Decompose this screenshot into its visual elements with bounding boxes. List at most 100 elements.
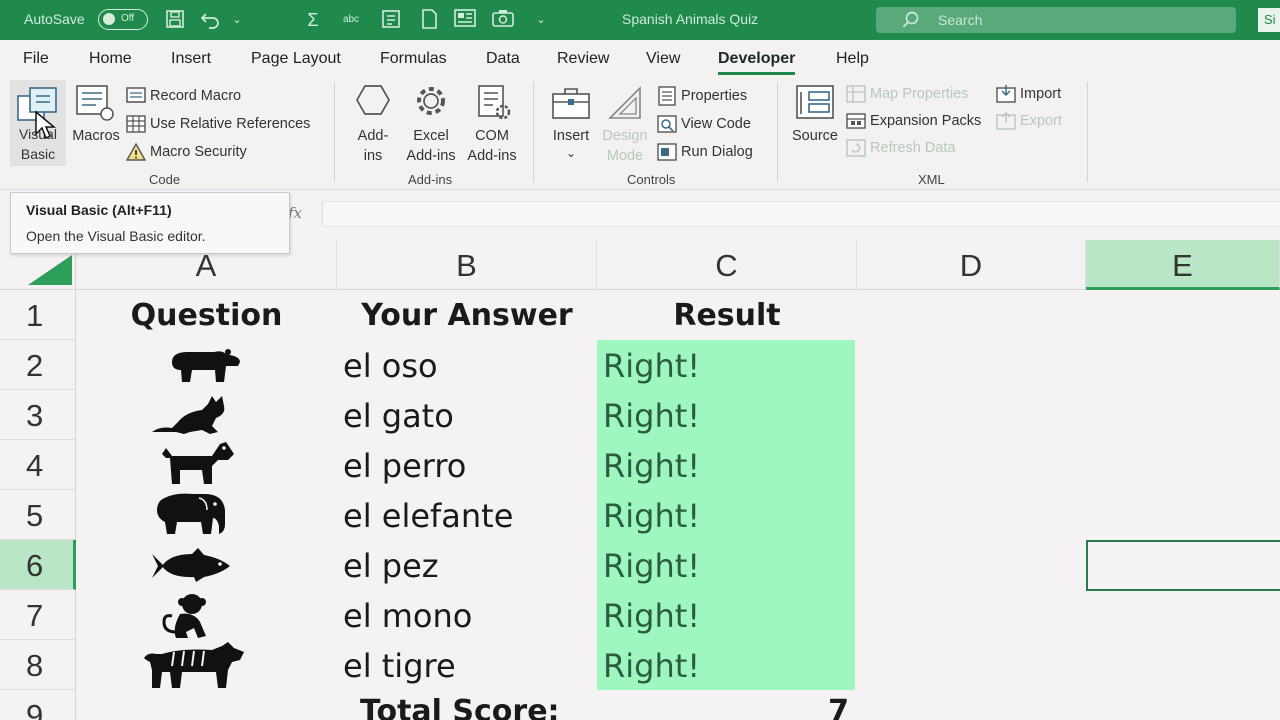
tab-review[interactable]: Review bbox=[557, 50, 609, 68]
new-document-icon[interactable] bbox=[418, 9, 440, 31]
com-add-ins-icon bbox=[478, 85, 511, 120]
row-header-8[interactable]: 8 bbox=[0, 640, 76, 690]
customize-toolbar-icon[interactable]: ⌄ bbox=[530, 9, 552, 31]
view-code-icon bbox=[657, 115, 677, 133]
export-label: Export bbox=[1020, 113, 1062, 129]
tiger-icon bbox=[144, 642, 244, 688]
table-icon[interactable] bbox=[454, 9, 476, 31]
refresh-data-button[interactable]: Refresh Data bbox=[846, 138, 955, 158]
result-cell-c6[interactable]: Right! bbox=[597, 540, 855, 590]
excel-add-ins-label-2: Add-ins bbox=[406, 148, 456, 164]
camera-icon[interactable] bbox=[492, 9, 514, 31]
answer-cell-b5[interactable]: el elefante bbox=[337, 490, 597, 540]
result-cell-c8[interactable]: Right! bbox=[597, 640, 855, 690]
column-header-e[interactable]: E bbox=[1086, 240, 1280, 290]
selected-cell-e6[interactable] bbox=[1086, 540, 1280, 591]
tab-help[interactable]: Help bbox=[836, 50, 869, 68]
import-icon bbox=[996, 85, 1016, 103]
result-cell-c5[interactable]: Right! bbox=[597, 490, 855, 540]
view-code-button[interactable]: View Code bbox=[657, 114, 751, 134]
import-button[interactable]: Import bbox=[996, 84, 1061, 104]
source-label: Source bbox=[792, 128, 838, 144]
column-header-c[interactable]: C bbox=[597, 240, 857, 290]
com-add-ins-label-2: Add-ins bbox=[467, 148, 517, 164]
row-header-6[interactable]: 6 bbox=[0, 540, 76, 590]
developer-ribbon: Visual Basic Macros Record Macro Use Rel… bbox=[0, 76, 1280, 190]
cell-b1-answer-header[interactable]: Your Answer bbox=[337, 290, 597, 340]
com-add-ins-button[interactable]: COM Add-ins bbox=[462, 82, 522, 170]
macros-icon bbox=[76, 85, 114, 121]
tab-view[interactable]: View bbox=[646, 50, 680, 68]
answer-cell-b6[interactable]: el pez bbox=[337, 540, 597, 590]
cell-a1-question-header[interactable]: Question bbox=[76, 290, 337, 340]
total-score-value[interactable]: 7 bbox=[597, 686, 849, 720]
tab-developer[interactable]: Developer bbox=[718, 50, 796, 75]
answer-cell-b2[interactable]: el oso bbox=[337, 340, 597, 390]
autosave-toggle[interactable]: Off bbox=[98, 9, 148, 30]
row-header-1[interactable]: 1 bbox=[0, 290, 76, 340]
tab-data[interactable]: Data bbox=[486, 50, 520, 68]
run-dialog-button[interactable]: Run Dialog bbox=[657, 142, 753, 162]
use-relative-references-label: Use Relative References bbox=[150, 116, 311, 132]
insert-control-button[interactable]: Insert ⌄ bbox=[546, 82, 596, 170]
result-cell-c3[interactable]: Right! bbox=[597, 390, 855, 440]
search-box[interactable]: Search bbox=[876, 7, 1236, 33]
answer-cell-b4[interactable]: el perro bbox=[337, 440, 597, 490]
answer-cell-b8[interactable]: el tigre bbox=[337, 640, 597, 690]
excel-add-ins-button[interactable]: Excel Add-ins bbox=[402, 82, 460, 170]
macros-button[interactable]: Macros bbox=[70, 82, 122, 170]
add-ins-button[interactable]: Add- ins bbox=[348, 82, 398, 170]
spelling-icon[interactable]: abc bbox=[340, 9, 362, 31]
use-relative-references-button[interactable]: Use Relative References bbox=[126, 114, 310, 134]
row-header-5[interactable]: 5 bbox=[0, 490, 76, 540]
formula-input[interactable] bbox=[322, 201, 1280, 227]
row-header-7[interactable]: 7 bbox=[0, 590, 76, 640]
undo-icon[interactable] bbox=[200, 9, 222, 31]
insert-dropdown-icon: ⌄ bbox=[565, 146, 577, 160]
design-mode-button[interactable]: Design Mode bbox=[598, 82, 652, 170]
cell-c1-result-header[interactable]: Result bbox=[597, 290, 857, 340]
source-button[interactable]: Source bbox=[790, 82, 840, 170]
result-cell-c7[interactable]: Right! bbox=[597, 590, 855, 640]
code-group-label: Code bbox=[149, 172, 181, 187]
tab-file[interactable]: File bbox=[23, 50, 49, 68]
macro-security-label: Macro Security bbox=[150, 144, 247, 160]
xml-source-icon bbox=[796, 85, 834, 119]
row-header-4[interactable]: 4 bbox=[0, 440, 76, 490]
column-header-d[interactable]: D bbox=[857, 240, 1086, 290]
macros-label: Macros bbox=[72, 128, 120, 144]
title-bar: AutoSave Off ⌄ Σ abc ⌄ Spanish Animals Q… bbox=[0, 0, 1280, 40]
autosum-icon[interactable]: Σ bbox=[302, 9, 324, 31]
form-icon[interactable] bbox=[380, 9, 402, 31]
undo-dropdown-icon[interactable]: ⌄ bbox=[226, 9, 248, 31]
total-score-label[interactable]: Total Score: bbox=[360, 686, 597, 720]
record-macro-button[interactable]: Record Macro bbox=[126, 86, 241, 106]
design-mode-label-1: Design bbox=[602, 128, 648, 144]
map-properties-button[interactable]: Map Properties bbox=[846, 84, 968, 104]
result-cell-c4[interactable]: Right! bbox=[597, 440, 855, 490]
export-button[interactable]: Export bbox=[996, 111, 1062, 131]
row-header-3[interactable]: 3 bbox=[0, 390, 76, 440]
controls-group-label: Controls bbox=[627, 172, 676, 187]
user-account-button[interactable]: Si bbox=[1258, 8, 1280, 32]
tab-home[interactable]: Home bbox=[89, 50, 132, 68]
tab-formulas[interactable]: Formulas bbox=[380, 50, 447, 68]
tab-page-layout[interactable]: Page Layout bbox=[251, 50, 341, 68]
expansion-packs-button[interactable]: Expansion Packs bbox=[846, 111, 981, 131]
properties-button[interactable]: Properties bbox=[657, 86, 747, 106]
answer-cell-b3[interactable]: el gato bbox=[337, 390, 597, 440]
fish-icon bbox=[152, 548, 230, 582]
fx-icon[interactable]: fx bbox=[288, 204, 302, 222]
column-header-b[interactable]: B bbox=[337, 240, 597, 290]
answer-cell-b7[interactable]: el mono bbox=[337, 590, 597, 640]
macro-security-button[interactable]: Macro Security bbox=[126, 142, 247, 162]
save-icon[interactable] bbox=[164, 9, 186, 31]
select-all-triangle bbox=[28, 255, 72, 285]
result-cell-c2[interactable]: Right! bbox=[597, 340, 855, 390]
refresh-data-icon bbox=[846, 139, 866, 157]
row-header-2[interactable]: 2 bbox=[0, 340, 76, 390]
design-mode-label-2: Mode bbox=[606, 148, 644, 164]
import-label: Import bbox=[1020, 86, 1062, 102]
tab-insert[interactable]: Insert bbox=[171, 50, 211, 68]
row-header-9[interactable]: 9 bbox=[0, 690, 76, 720]
